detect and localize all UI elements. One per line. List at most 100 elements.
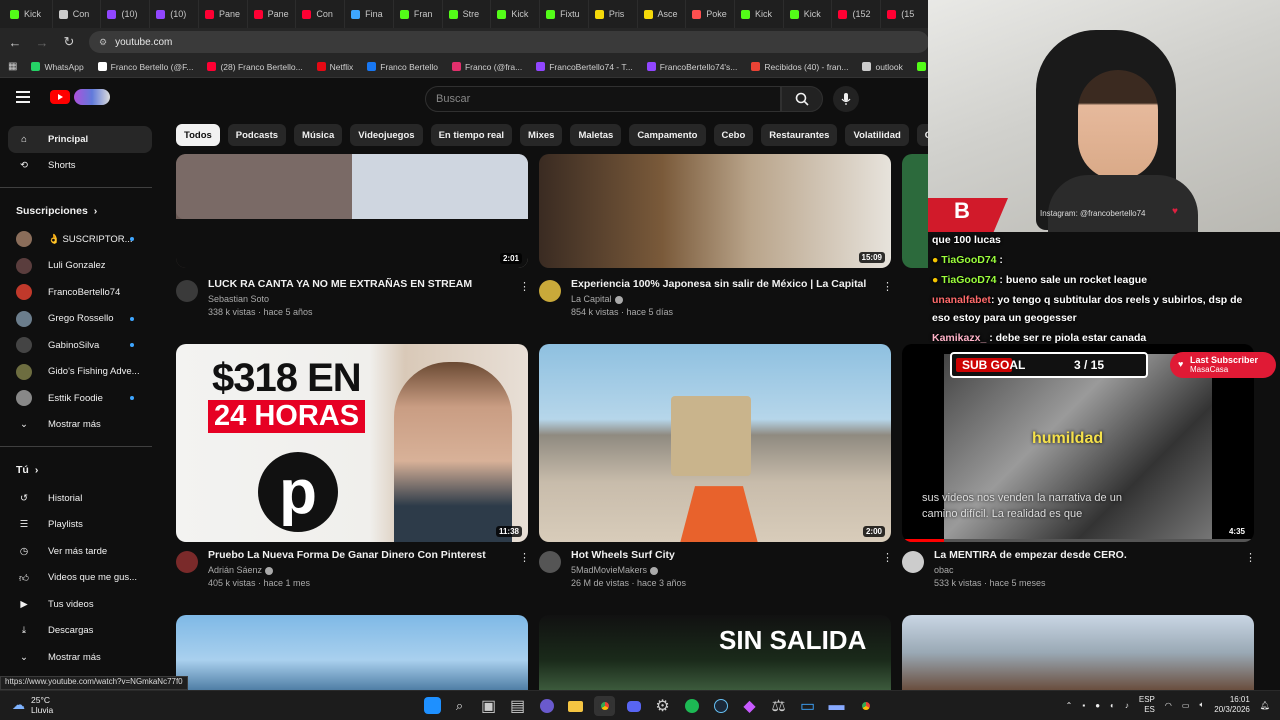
- bookmark[interactable]: (28) Franco Bertello...: [207, 62, 303, 72]
- browser-tab[interactable]: (15: [881, 0, 930, 28]
- site-info-icon[interactable]: ⚙: [99, 37, 107, 48]
- search-icon[interactable]: ⌕: [449, 696, 470, 716]
- subscription-item[interactable]: Luli Gonzalez: [0, 253, 160, 280]
- app-icon[interactable]: ▬: [826, 696, 847, 716]
- settings-icon[interactable]: ⚙: [652, 696, 673, 716]
- app-icon[interactable]: ▭: [797, 696, 818, 716]
- weather-widget[interactable]: ☁ 25°C Lluvia: [12, 695, 53, 715]
- tray-app-icon[interactable]: ◐: [1110, 701, 1115, 710]
- browser-tab[interactable]: (152: [832, 0, 882, 28]
- more-options-icon[interactable]: ⋮: [519, 551, 530, 564]
- browser-tab[interactable]: Fixtu: [540, 0, 589, 28]
- channel-name[interactable]: 5MadMovieMakers: [571, 565, 686, 575]
- bookmark[interactable]: Franco Bertello (@F...: [97, 62, 193, 72]
- channel-avatar[interactable]: [176, 280, 198, 302]
- spotify-icon[interactable]: [681, 696, 702, 716]
- channel-name[interactable]: obac: [934, 565, 1127, 575]
- filter-chip[interactable]: Videojuegos: [350, 124, 423, 146]
- video-title[interactable]: Pruebo La Nueva Forma De Ganar Dinero Co…: [208, 549, 486, 561]
- chrome-icon[interactable]: [594, 696, 615, 716]
- show-more-you[interactable]: ⌄ Mostrar más: [0, 644, 160, 671]
- youtube-logo[interactable]: [50, 89, 110, 105]
- wifi-icon[interactable]: ◠: [1165, 701, 1172, 710]
- channel-name[interactable]: Adrián Sáenz: [208, 565, 486, 575]
- you-header[interactable]: Tú ›: [0, 455, 160, 485]
- filter-chip[interactable]: Cebo: [713, 124, 754, 146]
- browser-tab[interactable]: Kick: [4, 0, 53, 28]
- sidebar-item-history[interactable]: ↺ Historial: [0, 485, 160, 512]
- filter-chip[interactable]: Volatilidad: [845, 124, 909, 146]
- chevron-up-icon[interactable]: ⌃: [1066, 701, 1073, 710]
- video-title[interactable]: Experiencia 100% Japonesa sin salir de M…: [571, 278, 866, 290]
- video-thumbnail[interactable]: 2:01: [176, 154, 528, 268]
- sidebar-item-like[interactable]: 👍︎ Videos que me gus...: [0, 565, 160, 592]
- video-thumbnail[interactable]: [176, 615, 528, 690]
- channel-avatar[interactable]: [539, 280, 561, 302]
- filter-chip[interactable]: En tiempo real: [430, 124, 513, 146]
- video-thumbnail[interactable]: SIN SALIDA: [539, 615, 891, 690]
- subscriptions-header[interactable]: Suscripciones ›: [0, 196, 160, 226]
- subscription-item[interactable]: Esttik Foodie: [0, 385, 160, 412]
- subscription-item[interactable]: GabinoSilva: [0, 332, 160, 359]
- app-icon[interactable]: ◆: [739, 696, 760, 716]
- back-icon[interactable]: ←: [3, 30, 27, 54]
- browser-tab[interactable]: Fina: [345, 0, 394, 28]
- battery-icon[interactable]: ▭: [1182, 701, 1190, 710]
- filter-chip[interactable]: Maletas: [570, 124, 622, 146]
- sidebar-item-video[interactable]: ▶ Tus videos: [0, 591, 160, 618]
- task-view-icon[interactable]: ▣: [478, 696, 499, 716]
- chrome-icon[interactable]: [855, 696, 876, 716]
- url-field[interactable]: ⚙ youtube.com: [89, 31, 929, 53]
- forward-icon[interactable]: →: [30, 30, 54, 54]
- sidebar-item-principal[interactable]: ⌂ Principal: [8, 126, 152, 153]
- browser-tab[interactable]: Pris: [589, 0, 638, 28]
- browser-tab[interactable]: Stre: [443, 0, 492, 28]
- video-thumbnail[interactable]: 15:09: [539, 154, 891, 268]
- video-title[interactable]: La MENTIRA de empezar desde CERO.: [934, 549, 1127, 561]
- show-more-subscriptions[interactable]: ⌄ Mostrar más: [0, 412, 160, 439]
- tray-app-icon[interactable]: ▪: [1082, 701, 1085, 710]
- steam-icon[interactable]: [710, 696, 731, 716]
- filter-chip[interactable]: Restaurantes: [761, 124, 838, 146]
- app-icon[interactable]: ⚖: [768, 696, 789, 716]
- more-options-icon[interactable]: ⋮: [882, 551, 893, 564]
- channel-avatar[interactable]: [902, 551, 924, 573]
- browser-tab[interactable]: Fran: [394, 0, 443, 28]
- video-title[interactable]: Hot Wheels Surf City: [571, 549, 686, 561]
- video-thumbnail[interactable]: $318 EN 24 HORAS p 11:38: [176, 344, 528, 542]
- video-thumbnail[interactable]: [902, 154, 928, 268]
- browser-tab[interactable]: Asce: [638, 0, 687, 28]
- bookmark[interactable]: FrancoBertello74's...: [646, 62, 737, 72]
- video-title[interactable]: LUCK RA CANTA YA NO ME EXTRAÑAS EN STREA…: [208, 278, 472, 290]
- browser-tab[interactable]: Pane: [248, 0, 297, 28]
- clock[interactable]: 16:01 20/3/2026: [1214, 695, 1250, 715]
- bookmark[interactable]: Recibidos (40) - fran...: [751, 62, 848, 72]
- filter-chip[interactable]: Música: [294, 124, 343, 146]
- menu-icon[interactable]: [16, 91, 30, 103]
- subscription-item[interactable]: FrancoBertello74: [0, 279, 160, 306]
- filter-chip[interactable]: Todos: [176, 124, 220, 146]
- more-options-icon[interactable]: ⋮: [882, 280, 893, 293]
- volume-icon[interactable]: 🔈︎: [1199, 700, 1204, 710]
- file-explorer-icon[interactable]: [565, 696, 586, 716]
- sidebar-item-clock[interactable]: ◷ Ver más tarde: [0, 538, 160, 565]
- browser-tab[interactable]: Poke: [686, 0, 736, 28]
- video-thumbnail[interactable]: 2:00: [539, 344, 891, 542]
- notifications-icon[interactable]: 🔔︎: [1260, 701, 1270, 710]
- tray-app-icon[interactable]: ●: [1095, 701, 1100, 710]
- search-button[interactable]: [781, 86, 823, 112]
- sidebar-item-shorts[interactable]: ⟲ Shorts: [0, 153, 160, 180]
- obs-icon[interactable]: [536, 696, 557, 716]
- bookmark[interactable]: Franco (@fra...: [451, 62, 522, 72]
- filter-chip[interactable]: Podcasts: [227, 124, 287, 146]
- subscription-item[interactable]: Grego Rossello: [0, 306, 160, 333]
- apps-icon[interactable]: ▦: [8, 61, 17, 72]
- channel-avatar[interactable]: [176, 551, 198, 573]
- filter-chip[interactable]: Mixes: [520, 124, 563, 146]
- channel-name[interactable]: Sebastian Soto: [208, 294, 472, 304]
- bookmark[interactable]: outlook: [862, 62, 903, 72]
- browser-tab[interactable]: Kick: [735, 0, 784, 28]
- bookmark[interactable]: Netflix: [316, 62, 353, 72]
- channel-name[interactable]: La Capital: [571, 294, 866, 304]
- reload-icon[interactable]: ↻: [57, 30, 81, 54]
